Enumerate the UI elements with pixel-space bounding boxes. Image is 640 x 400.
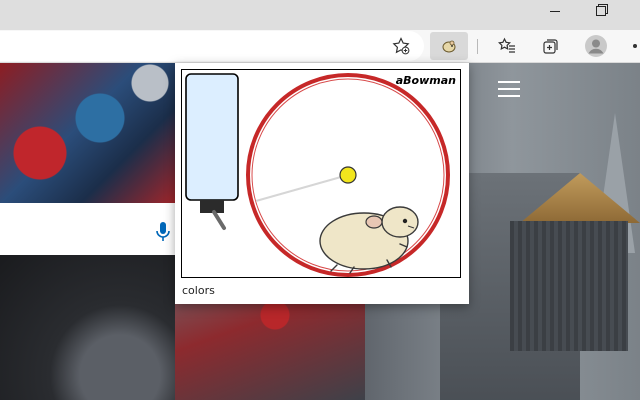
add-favorite-button[interactable] — [389, 34, 413, 58]
bottle-spout — [212, 210, 226, 230]
toolbar-separator — [477, 39, 478, 54]
minimize-icon — [550, 10, 560, 12]
collections-icon — [543, 39, 558, 54]
add-favorite-icon — [392, 37, 410, 55]
more-icon — [633, 44, 637, 48]
minimize-button[interactable] — [532, 0, 578, 22]
profile-avatar-icon — [585, 35, 607, 57]
search-panel[interactable] — [0, 203, 175, 255]
menu-button[interactable] — [498, 81, 520, 97]
profile-button[interactable] — [584, 34, 608, 58]
favorites-icon — [498, 37, 515, 53]
address-bar[interactable] — [0, 31, 424, 61]
hamster-cage-canvas[interactable]: aBowman — [181, 69, 461, 278]
collections-button[interactable] — [539, 34, 563, 58]
microphone-icon — [156, 222, 170, 241]
water-bottle — [185, 73, 239, 201]
hamster-extension-icon — [442, 40, 456, 53]
more-button[interactable] — [624, 34, 640, 58]
bottle-cap — [200, 200, 224, 213]
hamster-extension-popup: aBowman colors — [175, 63, 469, 304]
menu-icon — [498, 81, 520, 83]
wheel-axle-ball — [339, 166, 357, 184]
restore-button[interactable] — [578, 0, 624, 22]
favorites-button[interactable] — [495, 34, 519, 58]
brand-label: aBowman — [395, 74, 456, 87]
face-mural-image — [0, 255, 175, 400]
hamster-extension-button[interactable] — [430, 32, 468, 60]
restore-icon — [596, 6, 606, 16]
browser-toolbar — [0, 30, 640, 63]
mural-image — [0, 63, 175, 203]
title-bar — [0, 0, 640, 30]
microphone-button[interactable] — [155, 221, 171, 247]
water-tower-image — [510, 221, 628, 351]
colors-link[interactable]: colors — [182, 284, 215, 297]
